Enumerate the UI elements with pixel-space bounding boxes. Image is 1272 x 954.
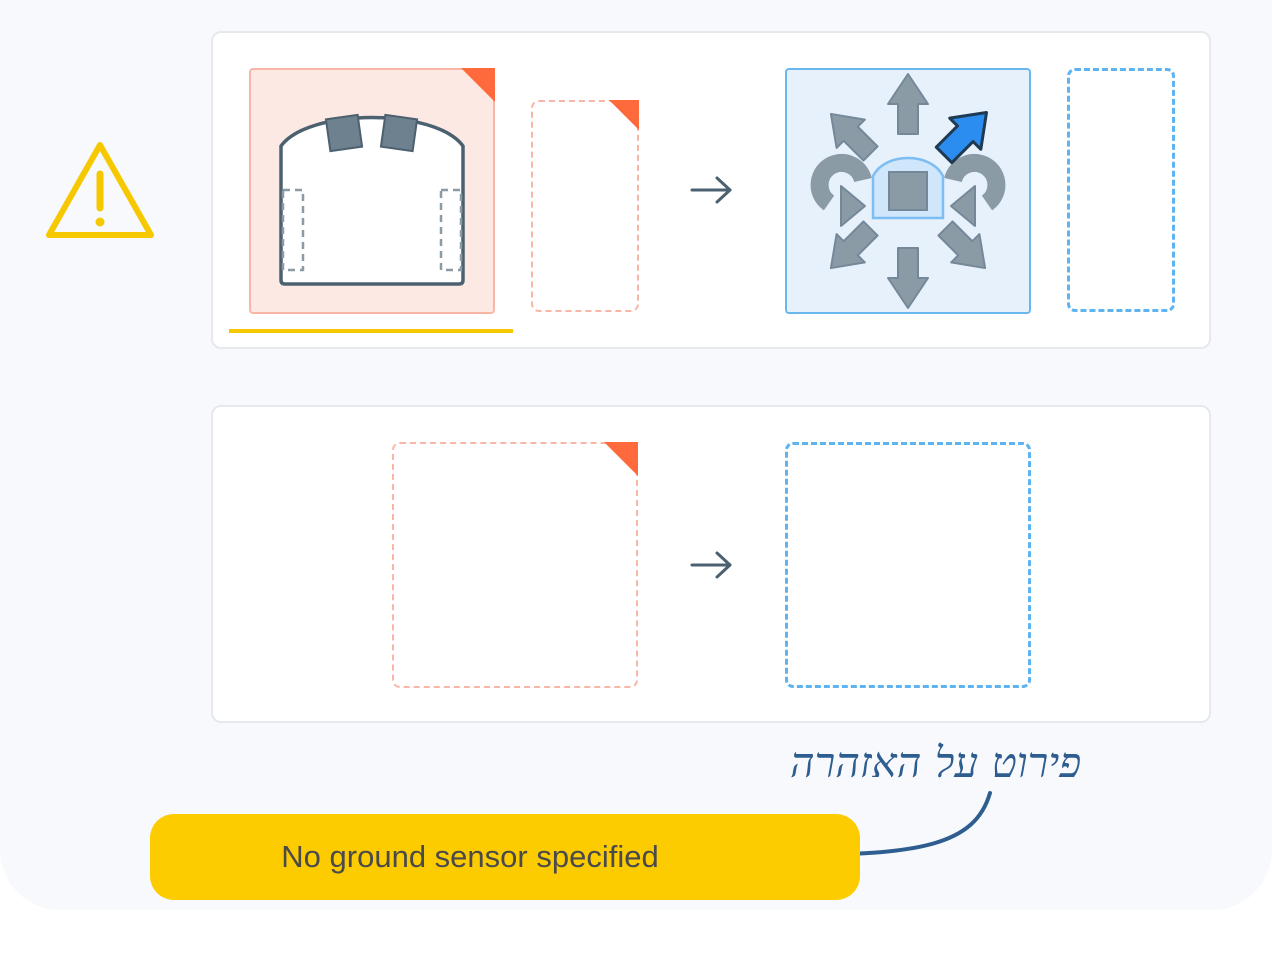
robot-ground-sensor-icon xyxy=(279,113,465,286)
event-action-pair-2 xyxy=(211,405,1211,723)
warning-annotation-label: פירוט על האזהרה xyxy=(790,738,1082,787)
selection-underline xyxy=(229,329,513,333)
action-slot-empty[interactable] xyxy=(1067,68,1175,312)
arrow-right-icon xyxy=(690,551,732,579)
event-slot-empty[interactable] xyxy=(392,442,638,688)
warning-message-bar: No ground sensor specified xyxy=(150,814,860,900)
event-block-ground-sensor[interactable] xyxy=(249,68,495,314)
action-block-move[interactable] xyxy=(785,68,1031,314)
arrow-right-icon xyxy=(690,176,732,204)
action-slot-empty[interactable] xyxy=(785,442,1031,688)
event-slot-empty[interactable] xyxy=(531,100,639,312)
warning-message: No ground sensor specified xyxy=(281,839,659,874)
event-action-pair-1 xyxy=(211,31,1211,349)
warning-triangle-icon[interactable] xyxy=(45,140,155,240)
move-arrows-icon xyxy=(810,73,1006,309)
